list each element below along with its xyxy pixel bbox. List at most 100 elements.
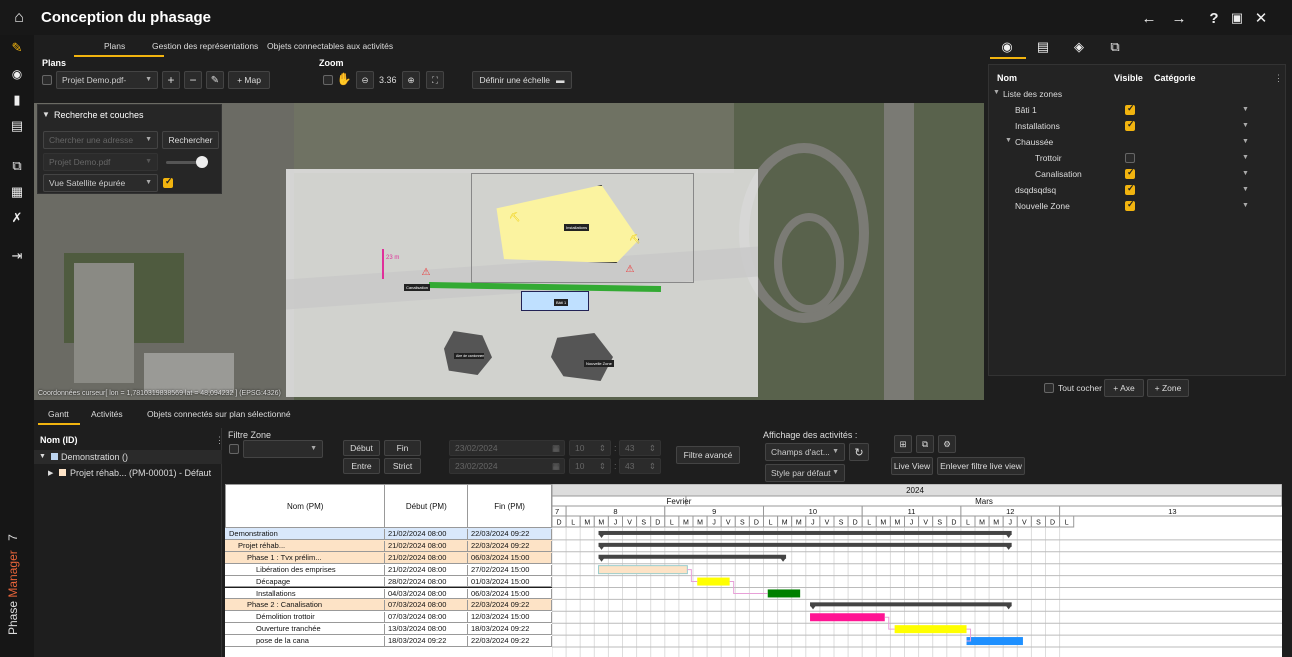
printer-icon[interactable]: ▤ (8, 117, 26, 135)
eye-tab-icon[interactable]: ◉ (998, 38, 1016, 56)
calendar-icon[interactable]: ▦ (552, 443, 560, 454)
fin-button[interactable]: Fin (384, 440, 421, 456)
spin-icon[interactable]: ⇕ (649, 443, 656, 454)
zone-visible-checkbox[interactable] (1125, 103, 1135, 115)
gantt-row[interactable]: Phase 2 : Canalisation 07/03/2024 08:00 22… (225, 599, 552, 612)
gantt-row[interactable]: Installations 04/03/2024 08:00 06/03/2024 … (225, 587, 552, 600)
tree-toggle-icon[interactable]: ▼ (39, 453, 46, 460)
zoom-checkbox[interactable] (323, 75, 333, 85)
zone-row[interactable]: Trottoir ▼ (991, 151, 1285, 167)
remove-live-view-button[interactable]: Enlever filtre live view (937, 457, 1025, 475)
hour-start-input[interactable]: 10 ⇕ (569, 440, 611, 456)
tree-toggle-icon[interactable]: ▼ (993, 89, 1000, 96)
gantt-row[interactable]: Demonstration 21/02/2024 08:00 22/03/2024 … (225, 528, 552, 540)
category-dropdown-icon[interactable]: ▼ (1242, 186, 1249, 193)
zone-row[interactable]: Installations ▼ (991, 119, 1285, 135)
zone-visible-checkbox[interactable] (1125, 167, 1135, 179)
tab-representations[interactable]: Gestion des représentations (152, 41, 258, 51)
gantt-row[interactable]: Décapage 28/02/2024 08:00 01/03/2024 15:00 (225, 575, 552, 588)
calendar-icon[interactable]: ▦ (552, 461, 560, 472)
layers-tab-icon[interactable]: ◈ (1070, 38, 1088, 56)
date-start-input[interactable]: 23/02/2024 ▦ (449, 440, 565, 456)
category-dropdown-icon[interactable]: ▼ (1242, 202, 1249, 209)
plan-checkbox[interactable] (42, 75, 52, 85)
tab-gantt[interactable]: Gantt (48, 409, 69, 419)
book-icon[interactable]: ▮ (8, 91, 26, 109)
edit-plan-button[interactable]: ✎ (206, 71, 224, 89)
debut-button[interactable]: Début (343, 440, 380, 456)
gantt-row[interactable]: Démolition trottoir 07/03/2024 08:00 12/03… (225, 611, 552, 624)
zoom-out-button[interactable]: ⊖ (356, 71, 374, 89)
col-header-end[interactable]: Fin (PM) (467, 484, 552, 528)
zone-filter-checkbox[interactable] (229, 444, 239, 454)
background-select[interactable]: Vue Satellite épurée ▼ (43, 174, 158, 192)
advanced-filter-button[interactable]: Filtre avancé (676, 446, 740, 464)
entre-button[interactable]: Entre (343, 458, 380, 474)
zone-visible-checkbox[interactable] (1125, 153, 1135, 163)
zone-row[interactable]: dsqdsqdsq ▼ (991, 183, 1285, 199)
panel-collapse-icon[interactable]: ▼ (42, 110, 50, 119)
add-zone-button[interactable]: + Zone (1147, 379, 1189, 397)
minute-start-input[interactable]: 43 ⇕ (619, 440, 661, 456)
tab-connectable-objects[interactable]: Objets connectables aux activités (267, 41, 393, 51)
category-dropdown-icon[interactable]: ▼ (1242, 138, 1249, 145)
tree-toggle-icon[interactable]: ▼ (1005, 137, 1012, 144)
expand-all-button[interactable]: ⊞ (894, 435, 912, 453)
col-header-name[interactable]: Nom (PM) (224, 484, 386, 528)
spin-icon[interactable]: ⇕ (649, 461, 656, 472)
zone-row[interactable]: ▼ Chaussée ▼ (991, 135, 1285, 151)
category-dropdown-icon[interactable]: ▼ (1242, 170, 1249, 177)
document-tab-icon[interactable]: ▤ (1034, 38, 1052, 56)
check-all-checkbox[interactable] (1044, 383, 1054, 393)
plan-select[interactable]: Projet Demo.pdf- ▼ (56, 71, 158, 89)
tree-item[interactable]: ▶ Projet réhab... (PM-00001) - Défaut (34, 466, 222, 480)
live-view-button[interactable]: Live View (891, 457, 933, 475)
tab-activites[interactable]: Activités (91, 409, 123, 419)
add-map-button[interactable]: + Map (228, 71, 270, 89)
tree-item[interactable]: ▼ Demonstration () (34, 450, 222, 464)
home-icon[interactable]: ⌂ (10, 9, 28, 27)
gantt-row[interactable]: Libération des emprises 21/02/2024 08:00 2… (225, 563, 552, 576)
minute-end-input[interactable]: 43 ⇕ (619, 458, 661, 474)
pencil-icon[interactable]: ✎ (8, 39, 26, 57)
import-icon[interactable]: ⧉ (8, 157, 26, 175)
fields-select[interactable]: Champs d'act... ▼ (765, 443, 845, 461)
layer-select[interactable]: Projet Demo.pdf ▼ (43, 153, 158, 171)
gantt-row[interactable]: Projet réhab... 21/02/2024 08:00 22/03/202… (225, 539, 552, 552)
gantt-row[interactable]: Phase 1 : Tvx prélim... 21/02/2024 08:00 0… (225, 551, 552, 564)
opacity-slider-thumb[interactable] (196, 156, 208, 168)
help-icon[interactable]: ? (1205, 9, 1223, 27)
gantt-row[interactable]: pose de la cana 18/03/2024 09:22 22/03/202… (225, 635, 552, 647)
back-icon[interactable]: ← (1140, 9, 1158, 27)
date-end-input[interactable]: 23/02/2024 ▦ (449, 458, 565, 474)
add-plan-button[interactable]: + (162, 71, 180, 89)
hour-end-input[interactable]: 10 ⇕ (569, 458, 611, 474)
zone-visible-checkbox[interactable] (1125, 183, 1135, 195)
zone-row[interactable]: Bâti 1 ▼ (991, 103, 1285, 119)
category-dropdown-icon[interactable]: ▼ (1242, 154, 1249, 161)
strict-button[interactable]: Strict (384, 458, 421, 474)
background-checkbox[interactable] (163, 176, 173, 188)
settings-button[interactable]: ⚙ (938, 435, 956, 453)
fit-button[interactable]: ⛶ (426, 71, 444, 89)
zoom-in-button[interactable]: ⊕ (402, 71, 420, 89)
spin-icon[interactable]: ⇕ (599, 443, 606, 454)
forward-icon[interactable]: → (1170, 9, 1188, 27)
spin-icon[interactable]: ⇕ (599, 461, 606, 472)
category-dropdown-icon[interactable]: ▼ (1242, 106, 1249, 113)
address-search-input[interactable]: Chercher une adresse ▼ (43, 131, 158, 149)
close-icon[interactable]: ✕ (1252, 9, 1270, 27)
pan-hand-icon[interactable]: ✋ (336, 71, 352, 87)
tab-connected-objects[interactable]: Objets connectés sur plan sélectionné (147, 409, 291, 419)
zone-row[interactable]: Nouvelle Zone ▼ (991, 199, 1285, 215)
add-axis-button[interactable]: + Axe (1104, 379, 1144, 397)
style-select[interactable]: Style par défaut ▼ (765, 464, 845, 482)
calendar-icon[interactable]: ▦ (8, 183, 26, 201)
refresh-button[interactable]: ↻ (849, 443, 869, 461)
zone-row[interactable]: ▼ Liste des zones (991, 87, 1285, 103)
search-button[interactable]: Rechercher (162, 131, 219, 149)
col-header-start[interactable]: Début (PM) (384, 484, 469, 528)
set-scale-button[interactable]: Définir une échelle ▬ (472, 71, 572, 89)
zone-visible-checkbox[interactable] (1125, 199, 1135, 211)
eye-icon[interactable]: ◉ (8, 65, 26, 83)
